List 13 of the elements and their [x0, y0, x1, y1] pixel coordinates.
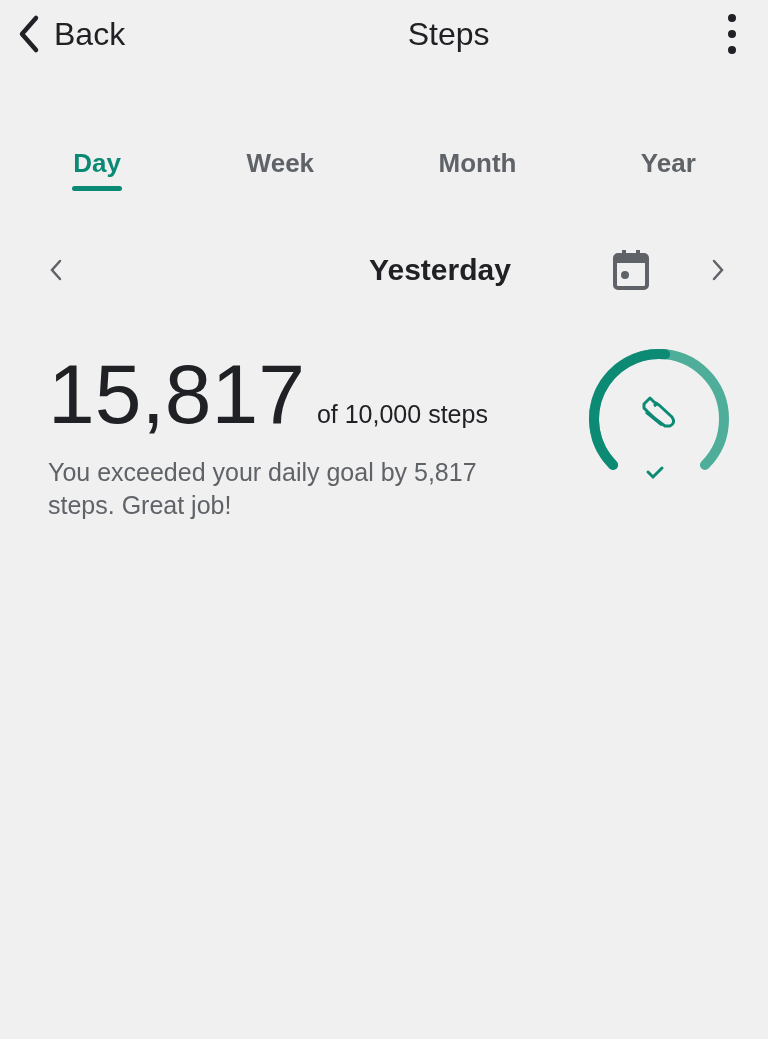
period-tab[interactable]: Year: [640, 144, 696, 191]
back-button[interactable]: Back: [16, 10, 126, 58]
date-label: Yesterday: [369, 252, 511, 288]
screen-title: Steps: [407, 15, 490, 54]
step-count: 15,817: [48, 352, 305, 436]
chevron-left-icon: [49, 257, 63, 282]
period-tab[interactable]: Day: [72, 144, 123, 191]
period-tab[interactable]: Month: [438, 144, 517, 191]
chevron-right-icon: [711, 257, 725, 282]
goal-message: You exceeded your daily goal by 5,817 steps. Great job!: [48, 457, 478, 521]
calendar-icon[interactable]: [612, 248, 650, 291]
period-tab[interactable]: Week: [246, 144, 315, 191]
goal-text: of 10,000 steps: [316, 399, 488, 430]
